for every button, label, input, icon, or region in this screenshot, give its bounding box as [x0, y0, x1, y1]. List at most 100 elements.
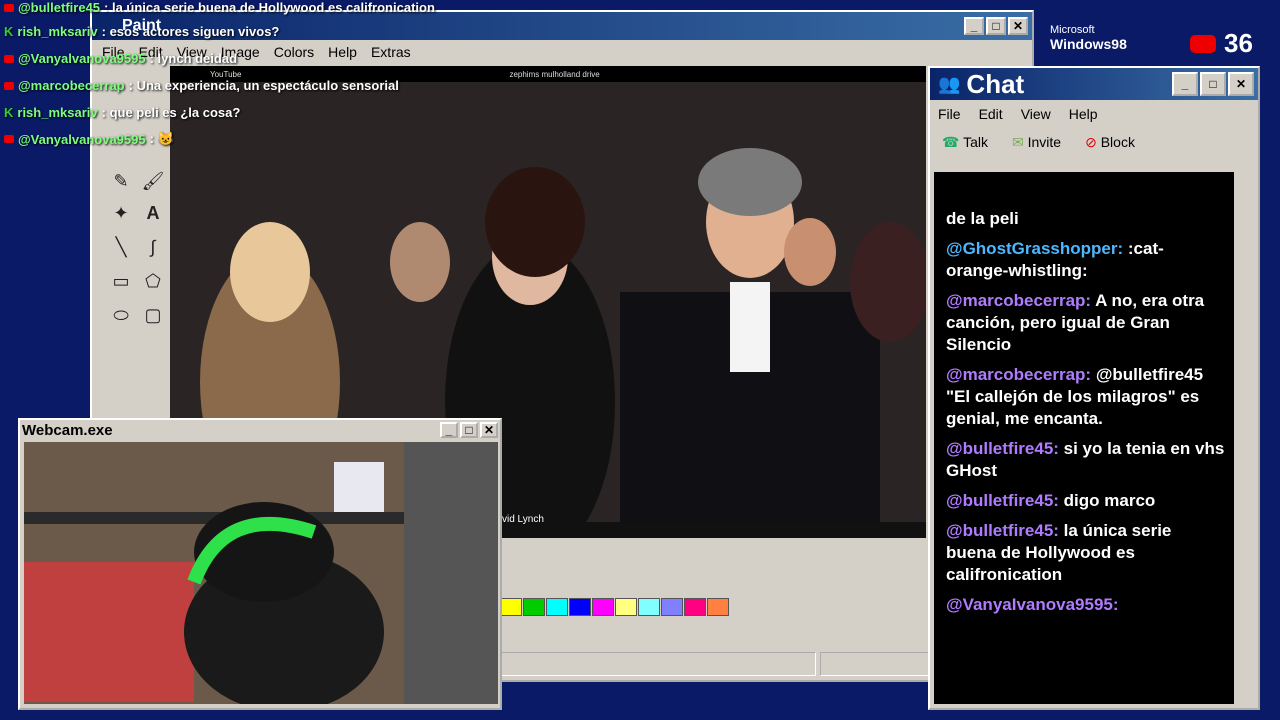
overlay-text: : Una experiencia, un espectáculo sensor… [128, 78, 399, 93]
chat-message: @GhostGrasshopper: :cat-orange-whistling… [934, 238, 1234, 290]
chat-menubar: File Edit View Help [930, 100, 1258, 128]
webcam-titlebar[interactable]: Webcam.exe _ □ ✕ [20, 420, 500, 440]
chat-scrollbar[interactable] [1234, 172, 1252, 704]
maximize-button[interactable]: □ [986, 17, 1006, 35]
video-caption: vid Lynch [502, 514, 544, 525]
chat-message: @marcobecerrap: @bulletfire45 "El callej… [934, 364, 1234, 438]
youtube-icon [4, 81, 14, 90]
rectangle-tool-icon[interactable]: ▭ [106, 266, 136, 296]
pencil-tool-icon[interactable]: ✎ [106, 166, 136, 196]
overlay-chat-line: @bulletfire45 : la única serie buena de … [4, 0, 435, 15]
chat-menu-help[interactable]: Help [1069, 106, 1098, 122]
chat-people-icon: 👥 [938, 73, 961, 94]
palette-color[interactable] [500, 598, 522, 616]
block-icon: ⊘ [1085, 134, 1097, 150]
text-tool-icon[interactable]: A [138, 198, 168, 228]
overlay-user: @bulletfire45 [18, 0, 101, 15]
chat-user: @marcobecerrap: [946, 365, 1092, 384]
overlay-user: @Vanyalvanova9595 [18, 51, 146, 66]
overlay-text: : lynch deidad [149, 51, 238, 66]
overlay-text: : 😺 [149, 131, 174, 146]
youtube-icon [4, 135, 14, 143]
overlay-chat: @bulletfire45 : la única serie buena de … [0, 0, 480, 150]
chat-menu-file[interactable]: File [938, 106, 961, 122]
overlay-text: : la única serie buena de Hollywood es c… [104, 0, 435, 15]
chat-message: @bulletfire45: si yo la tenia en vhs GHo… [934, 438, 1234, 490]
close-button[interactable]: ✕ [1228, 72, 1254, 96]
minimize-button[interactable]: _ [1172, 72, 1198, 96]
chat-message: @marcobecerrap: A no, era otra canción, … [934, 290, 1234, 364]
maximize-button[interactable]: □ [1200, 72, 1226, 96]
chat-user: @bulletfire45: [946, 521, 1059, 540]
color-palette [500, 598, 730, 616]
close-button[interactable]: ✕ [1008, 17, 1028, 35]
chat-title: Chat [966, 68, 1025, 99]
talk-button[interactable]: ☎ Talk [942, 134, 988, 151]
windows98-label: Windows98 [1050, 36, 1127, 52]
chat-user: @VanyaIvanova9595: [946, 595, 1119, 614]
palette-color[interactable] [546, 598, 568, 616]
chat-text: de la peli [946, 209, 1019, 228]
block-label: Block [1100, 134, 1135, 150]
close-button[interactable]: ✕ [480, 422, 498, 438]
chat-text: digo marco [1058, 491, 1156, 510]
palette-color[interactable] [661, 598, 683, 616]
overlay-user: rish_mksariv [17, 105, 98, 120]
webcam-title: Webcam.exe [22, 421, 113, 439]
overlay-chat-line: K rish_mksariv : esos actores siguen viv… [4, 24, 279, 39]
overlay-chat-line: @marcobecerrap : Una experiencia, un esp… [4, 78, 399, 93]
viewer-counter: 36 [1190, 28, 1253, 59]
webcam-scene [24, 442, 498, 704]
chat-message: @VanyaIvanova9595: [934, 594, 1234, 624]
webcam-feed [24, 442, 498, 704]
palette-color[interactable] [638, 598, 660, 616]
palette-color[interactable] [523, 598, 545, 616]
palette-color[interactable] [684, 598, 706, 616]
chat-messages: de la peli @GhostGrasshopper: :cat-orang… [934, 172, 1252, 704]
chat-user: @bulletfire45: [946, 491, 1059, 510]
invite-icon: ✉ [1012, 134, 1024, 150]
maximize-button[interactable]: □ [460, 422, 478, 438]
brush-tool-icon[interactable]: 🖌 [138, 166, 168, 196]
invite-button[interactable]: ✉ Invite [1012, 134, 1061, 151]
webcam-window: Webcam.exe _ □ ✕ [18, 418, 502, 710]
chat-user: @marcobecerrap: [946, 291, 1092, 310]
chat-menu-edit[interactable]: Edit [979, 106, 1003, 122]
line-tool-icon[interactable]: ╲ [106, 232, 136, 262]
overlay-user: rish_mksariv [17, 24, 98, 39]
talk-icon: ☎ [942, 134, 960, 150]
kick-icon: K [4, 105, 14, 120]
search-text: zephims mulholland drive [509, 69, 600, 79]
overlay-chat-line: @Vanyalvanova9595 : 😺 [4, 131, 174, 147]
palette-color[interactable] [592, 598, 614, 616]
ellipse-tool-icon[interactable]: ⬭ [106, 300, 136, 330]
overlay-chat-line: @Vanyalvanova9595 : lynch deidad [4, 51, 237, 66]
talk-label: Talk [963, 134, 988, 150]
chat-menu-view[interactable]: View [1021, 106, 1051, 122]
overlay-user: @marcobecerrap [18, 78, 125, 93]
palette-color[interactable] [569, 598, 591, 616]
youtube-icon [4, 54, 14, 63]
chat-titlebar[interactable]: 👥 Chat _ □ ✕ [930, 68, 1258, 100]
chat-user: @bulletfire45: [946, 439, 1059, 458]
chat-message: de la peli [934, 208, 1234, 238]
overlay-chat-line: K rish_mksariv : que peli es ¿la cosa? [4, 105, 240, 120]
rounded-rect-tool-icon[interactable]: ▢ [138, 300, 168, 330]
microsoft-label: Microsoft [1050, 24, 1095, 36]
polygon-tool-icon[interactable]: ⬠ [138, 266, 168, 296]
palette-color[interactable] [615, 598, 637, 616]
chat-message: @bulletfire45: la única serie buena de H… [934, 520, 1234, 594]
palette-color[interactable] [707, 598, 729, 616]
chat-user: @GhostGrasshopper: [946, 239, 1124, 258]
windows98-badge: Microsoft Windows98 [1050, 24, 1127, 52]
minimize-button[interactable]: _ [440, 422, 458, 438]
viewer-count: 36 [1224, 28, 1253, 58]
minimize-button[interactable]: _ [964, 17, 984, 35]
curve-tool-icon[interactable]: ∫ [138, 232, 168, 262]
block-button[interactable]: ⊘ Block [1085, 134, 1135, 151]
chat-message: @bulletfire45: digo marco [934, 490, 1234, 520]
kick-icon: K [4, 24, 14, 39]
youtube-logo-icon [1190, 34, 1216, 53]
youtube-icon [4, 3, 14, 12]
airbrush-tool-icon[interactable]: ✦ [106, 198, 136, 228]
